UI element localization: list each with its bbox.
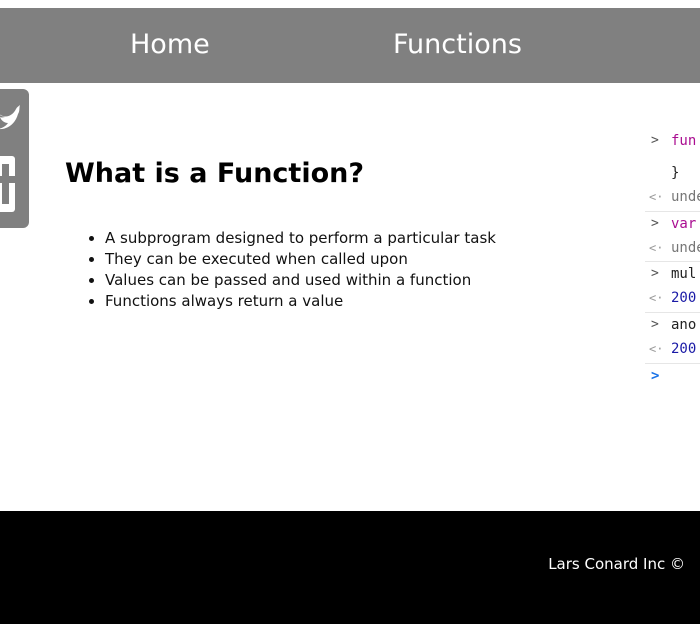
list-item: They can be executed when called upon	[105, 249, 496, 270]
page-title: What is a Function?	[65, 158, 365, 189]
console-prompt-line: >	[645, 363, 700, 388]
console-line-text: unde	[671, 189, 700, 205]
twitter-icon[interactable]	[0, 105, 20, 135]
console-line-text: fun	[671, 133, 697, 149]
input-caret-icon: >	[651, 317, 659, 332]
console-output-line: <· unde	[645, 185, 700, 209]
console-output-line: <· unde	[645, 236, 700, 260]
copyright-text: Lars Conard Inc ©	[548, 555, 685, 573]
navbar: Home Functions	[0, 8, 700, 83]
console-input-line: > var	[645, 211, 700, 236]
console-line-text: }	[671, 165, 680, 181]
console-continuation-line: }	[645, 161, 700, 185]
prompt-caret-icon: >	[651, 368, 660, 384]
input-caret-icon: >	[651, 216, 659, 231]
page-top-margin	[0, 0, 700, 8]
function-facts-list: A subprogram designed to perform a parti…	[105, 228, 496, 312]
devtools-console-screenshot: > fun } <· unde > var <· unde > mul <· 2…	[645, 125, 700, 395]
social-share-bar	[0, 89, 29, 228]
console-line-text: mul	[671, 266, 697, 282]
footer: Lars Conard Inc ©	[0, 511, 700, 624]
output-arrow-icon: <·	[649, 190, 664, 204]
output-arrow-icon: <·	[649, 342, 664, 356]
input-caret-icon: >	[651, 133, 659, 148]
console-input-line: > fun	[645, 129, 700, 153]
list-item: Functions always return a value	[105, 291, 496, 312]
list-item: Values can be passed and used within a f…	[105, 270, 496, 291]
nav-home-link[interactable]: Home	[130, 8, 210, 83]
facebook-icon[interactable]	[0, 156, 15, 212]
console-line-text: var	[671, 216, 697, 232]
console-line-text: unde	[671, 240, 700, 256]
console-line-text: 200	[671, 290, 697, 306]
list-item: A subprogram designed to perform a parti…	[105, 228, 496, 249]
console-output-line: <· 200	[645, 337, 700, 361]
console-input-line: > mul	[645, 261, 700, 286]
console-output-line: <· 200	[645, 286, 700, 310]
console-line-text: 200	[671, 341, 697, 357]
nav-functions-link[interactable]: Functions	[393, 8, 522, 83]
input-caret-icon: >	[651, 266, 659, 281]
console-input-line: > ano	[645, 312, 700, 337]
output-arrow-icon: <·	[649, 291, 664, 305]
output-arrow-icon: <·	[649, 241, 664, 255]
console-line-text: ano	[671, 317, 697, 333]
